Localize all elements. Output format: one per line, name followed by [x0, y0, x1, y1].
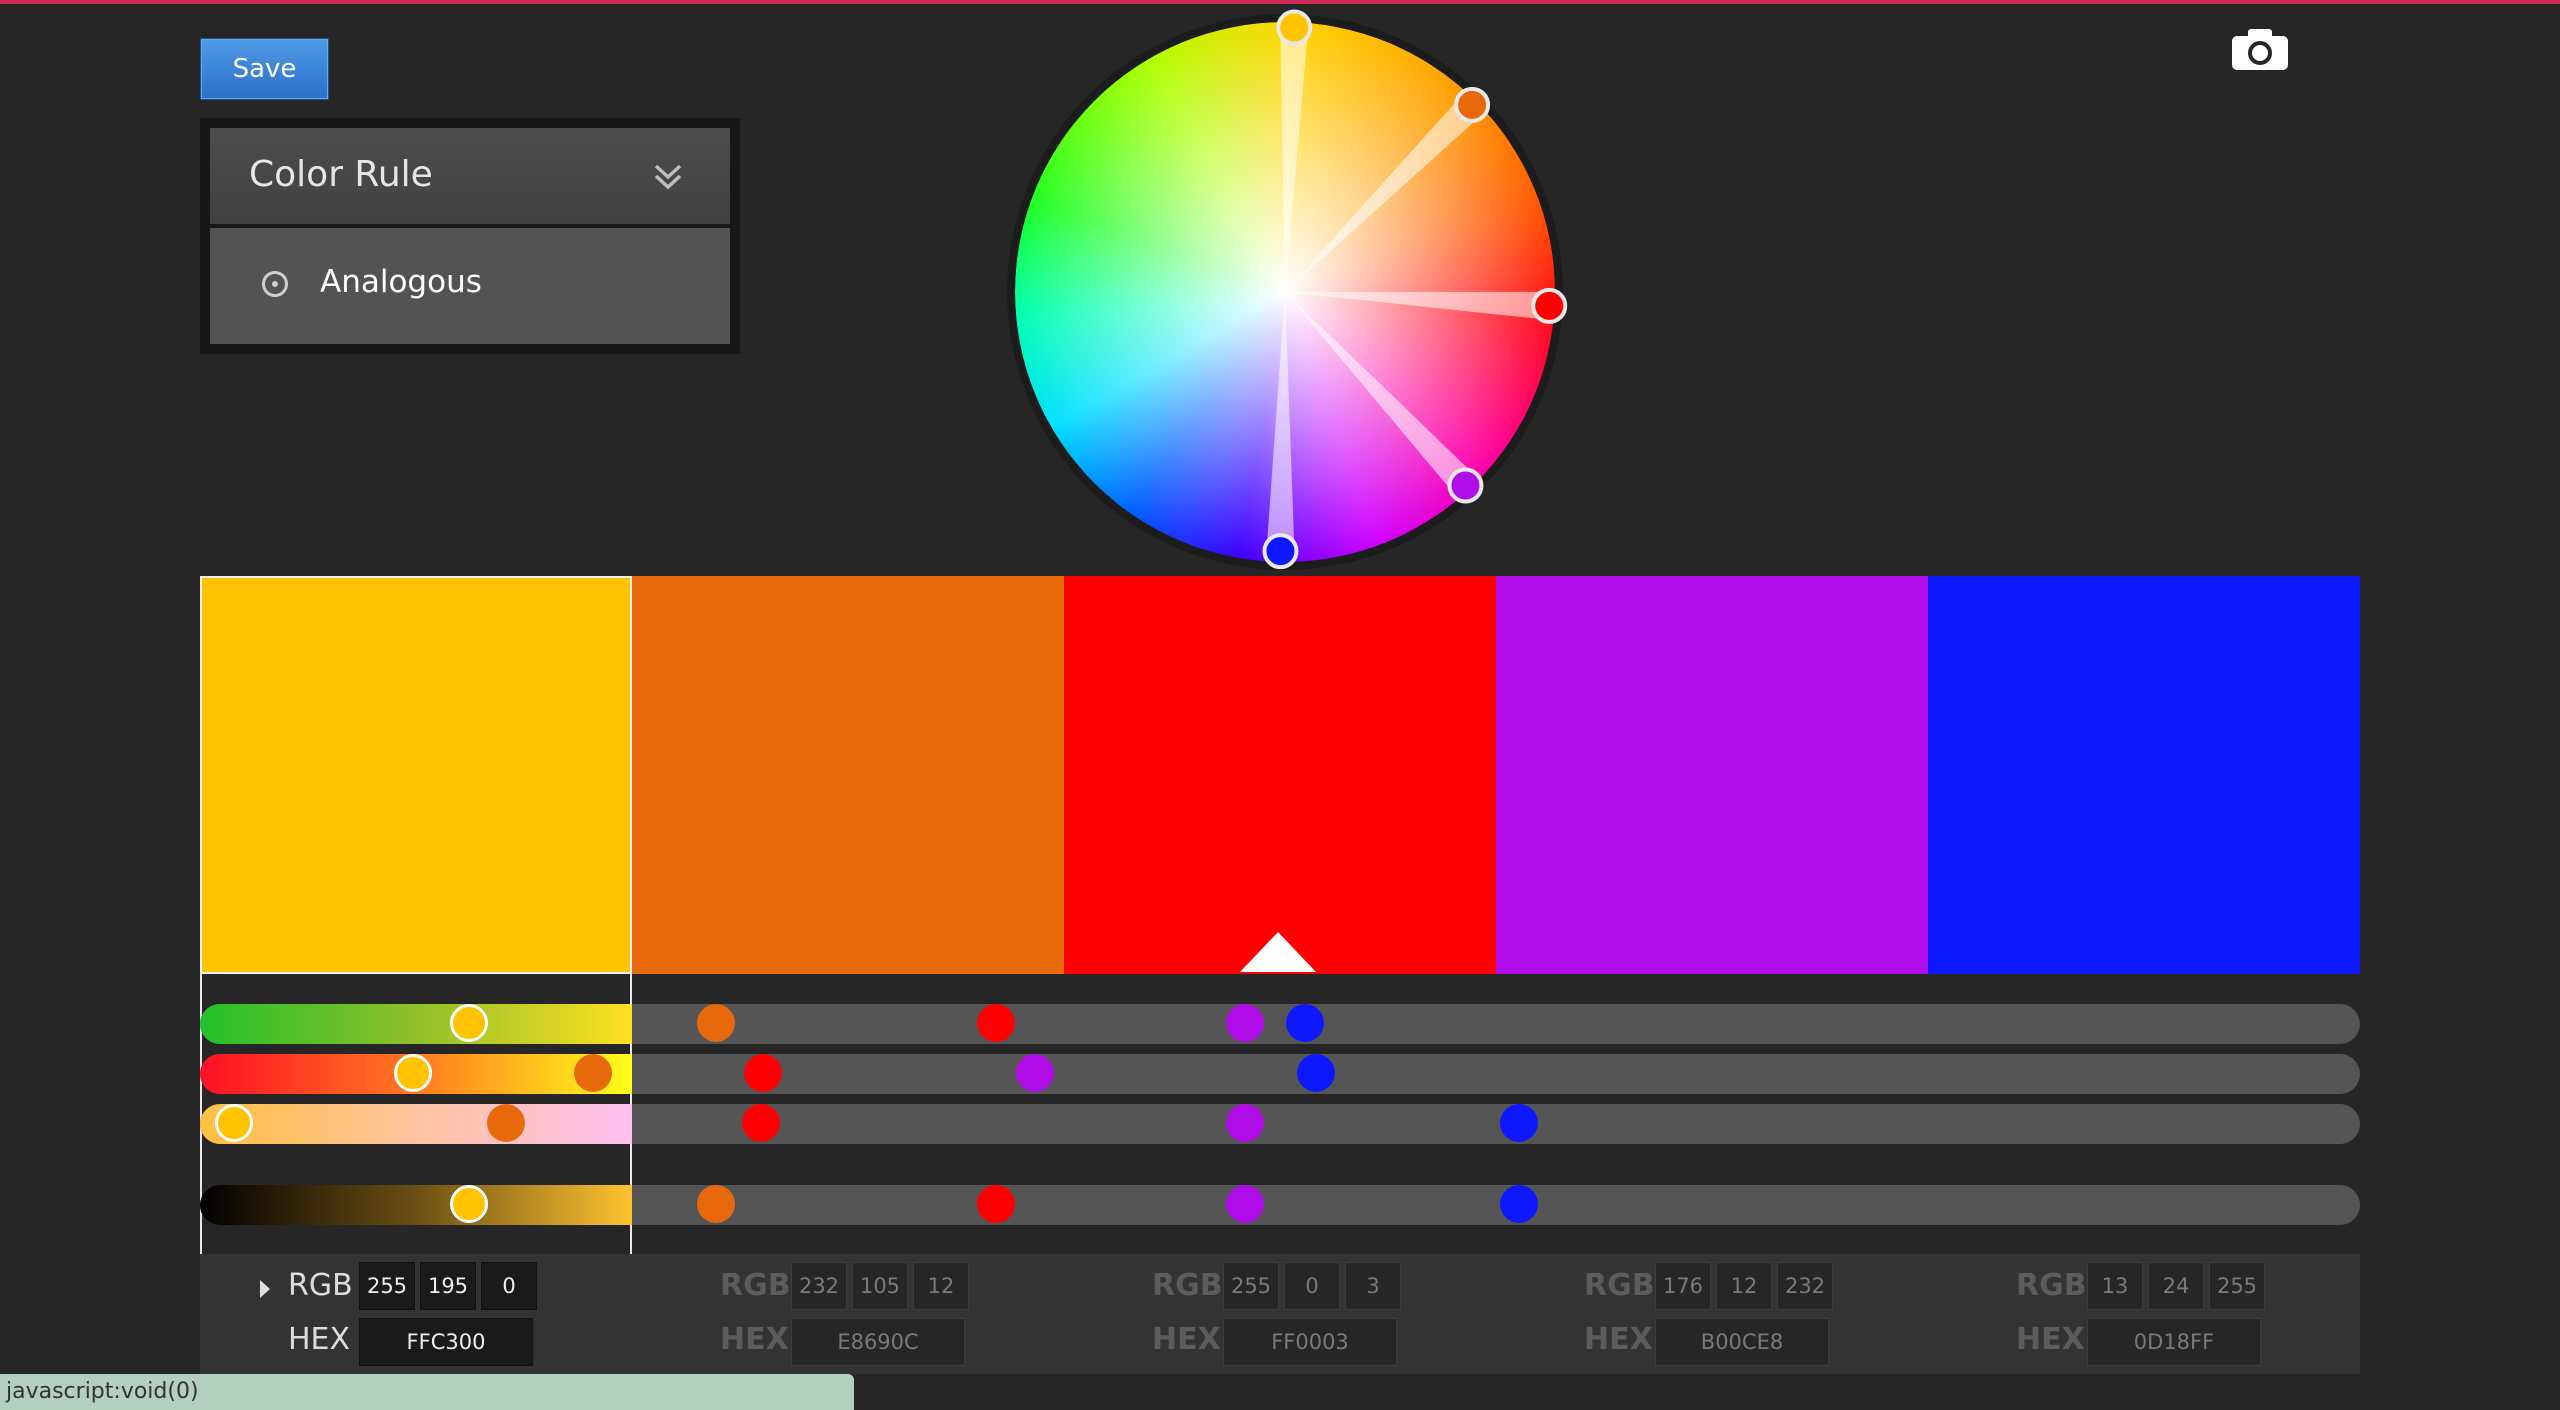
handle-orange[interactable]	[1454, 86, 1491, 123]
green-value-field[interactable]: 0	[1284, 1262, 1340, 1310]
handle-purple[interactable]	[1447, 467, 1484, 504]
color-values-5: RGB HEX 13 24 255 0D18FF	[1928, 1254, 2360, 1374]
color-values-bar: RGB HEX 255 195 0 FFC300 RGB HEX 232 105 12 E8690C R…	[200, 1254, 2360, 1374]
blue-value-field[interactable]: 0	[481, 1262, 537, 1310]
color-values-3: RGB HEX 255 0 3 FF0003	[1064, 1254, 1496, 1374]
hex-label: HEX	[1152, 1322, 1221, 1357]
expand-caret-icon[interactable]	[260, 1280, 270, 1298]
brightness-slider-gradient	[200, 1104, 632, 1144]
hue-slider-knob-2[interactable]	[696, 1004, 735, 1042]
saturation-slider-knob-3[interactable]	[744, 1054, 783, 1092]
shade-slider-knob-2[interactable]	[696, 1185, 735, 1223]
saturation-slider[interactable]	[200, 1054, 2360, 1094]
color-wheel[interactable]	[1005, 9, 1568, 572]
camera-icon[interactable]	[2230, 26, 2290, 72]
hex-label: HEX	[720, 1322, 789, 1357]
handle-red[interactable]	[1531, 287, 1568, 324]
double-chevron-down-icon[interactable]	[650, 158, 686, 194]
color-swatch-1[interactable]	[200, 576, 632, 974]
brightness-slider-knob-4[interactable]	[1225, 1104, 1264, 1142]
red-value-field[interactable]: 13	[2087, 1262, 2143, 1310]
red-value-field[interactable]: 232	[791, 1262, 847, 1310]
hex-label: HEX	[1584, 1322, 1653, 1357]
shade-slider-knob-5[interactable]	[1500, 1185, 1539, 1223]
shade-slider[interactable]	[200, 1185, 2360, 1225]
red-value-field[interactable]: 176	[1655, 1262, 1711, 1310]
green-value-field[interactable]: 24	[2148, 1262, 2204, 1310]
status-text: javascript:void(0)	[6, 1379, 199, 1404]
color-rule-panel: Color Rule Analogous	[200, 118, 740, 354]
blue-value-field[interactable]: 3	[1345, 1262, 1401, 1310]
brightness-slider-knob-1[interactable]	[214, 1104, 253, 1142]
red-value-field[interactable]: 255	[1223, 1262, 1279, 1310]
saturation-slider-knob-2[interactable]	[573, 1054, 612, 1092]
color-values-4: RGB HEX 176 12 232 B00CE8	[1496, 1254, 1928, 1374]
color-rule-option-analogous[interactable]: Analogous	[210, 228, 730, 344]
green-value-field[interactable]: 105	[852, 1262, 908, 1310]
color-swatch-4[interactable]	[1496, 576, 1928, 974]
blue-value-field[interactable]: 255	[2209, 1262, 2265, 1310]
hue-slider[interactable]	[200, 1004, 2360, 1044]
hex-value-field[interactable]: E8690C	[791, 1318, 965, 1366]
hex-value-field[interactable]: FF0003	[1223, 1318, 1397, 1366]
brightness-slider-knob-2[interactable]	[487, 1104, 526, 1142]
base-color-marker-icon	[1240, 932, 1316, 972]
color-swatch-2[interactable]	[632, 576, 1064, 974]
color-rule-title: Color Rule	[249, 154, 433, 195]
shade-slider-gradient	[200, 1185, 632, 1225]
color-values-1: RGB HEX 255 195 0 FFC300	[200, 1254, 632, 1374]
brightness-slider[interactable]	[200, 1104, 2360, 1144]
status-bar: javascript:void(0)	[0, 1374, 854, 1410]
blue-value-field[interactable]: 12	[913, 1262, 969, 1310]
color-rule-option-label: Analogous	[320, 264, 482, 300]
hex-value-field[interactable]: B00CE8	[1655, 1318, 1829, 1366]
handle-blue[interactable]	[1262, 533, 1299, 570]
hex-label: HEX	[2016, 1322, 2085, 1357]
rgb-label: RGB	[288, 1268, 353, 1303]
color-swatch-5[interactable]	[1928, 576, 2360, 974]
brightness-slider-knob-5[interactable]	[1500, 1104, 1539, 1142]
color-swatch-3[interactable]	[1064, 576, 1496, 974]
red-value-field[interactable]: 255	[359, 1262, 415, 1310]
rgb-label: RGB	[720, 1268, 791, 1303]
color-rule-header[interactable]: Color Rule	[210, 128, 730, 224]
brightness-slider-knob-3[interactable]	[742, 1104, 780, 1142]
blue-value-field[interactable]: 232	[1777, 1262, 1833, 1310]
hue-slider-gradient	[200, 1004, 632, 1044]
green-value-field[interactable]: 12	[1716, 1262, 1772, 1310]
rgb-label: RGB	[1152, 1268, 1223, 1303]
swatch-row	[200, 576, 2360, 974]
handle-yellow[interactable]	[1276, 9, 1313, 46]
saturation-slider-knob-5[interactable]	[1297, 1054, 1336, 1092]
hex-label: HEX	[288, 1322, 351, 1357]
green-value-field[interactable]: 195	[420, 1262, 476, 1310]
rgb-label: RGB	[2016, 1268, 2087, 1303]
shade-slider-knob-4[interactable]	[1225, 1185, 1264, 1223]
saturation-slider-knob-1[interactable]	[394, 1054, 433, 1092]
hex-value-field[interactable]: 0D18FF	[2087, 1318, 2261, 1366]
hue-slider-knob-4[interactable]	[1225, 1004, 1264, 1042]
top-accent-line	[0, 0, 2560, 4]
color-values-2: RGB HEX 232 105 12 E8690C	[632, 1254, 1064, 1374]
save-button[interactable]: Save	[200, 38, 329, 100]
radio-selected-icon[interactable]	[262, 271, 288, 297]
rgb-label: RGB	[1584, 1268, 1655, 1303]
hex-value-field[interactable]: FFC300	[359, 1318, 533, 1366]
